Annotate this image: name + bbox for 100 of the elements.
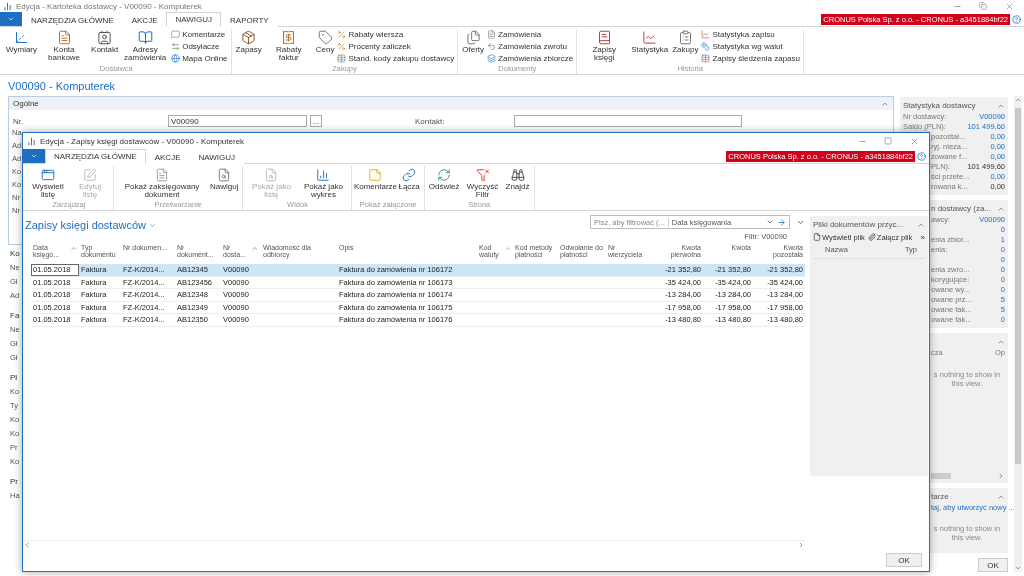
ribbon-button[interactable]: Wyczyść Filtr bbox=[462, 166, 503, 199]
ribbon-button[interactable]: Rabaty wiersza bbox=[337, 29, 455, 40]
receipt-icon bbox=[281, 29, 297, 46]
ribbon-button[interactable]: Pokaż jako wykres bbox=[298, 166, 349, 199]
return-arrow-icon bbox=[487, 41, 497, 52]
sort-icon bbox=[69, 244, 77, 253]
scroll-up-icon[interactable] bbox=[1014, 96, 1022, 104]
percent-icon bbox=[337, 29, 347, 40]
arrows-icon bbox=[171, 41, 181, 52]
filter-clear-icon bbox=[475, 166, 490, 183]
factbox-title: Statystyka dostawcy bbox=[903, 101, 976, 110]
caret-icon bbox=[30, 152, 38, 160]
scroll-down-icon[interactable] bbox=[1014, 564, 1022, 572]
input-field[interactable]: V00090 bbox=[168, 115, 307, 127]
ribbon-button[interactable]: Zamówienia zbiorcze bbox=[487, 53, 574, 64]
list-title[interactable]: Zapisy księgi dostawców bbox=[25, 219, 157, 231]
book-icon bbox=[137, 29, 153, 46]
ribbon-button[interactable]: Oferty bbox=[461, 29, 486, 54]
scroll-right-icon[interactable] bbox=[997, 471, 1005, 480]
sort-icon bbox=[504, 244, 511, 253]
refresh-icon bbox=[437, 166, 452, 183]
factbox-title: Pliki dokumentów przyc... bbox=[813, 220, 904, 229]
ribbon-button[interactable]: Ceny bbox=[314, 29, 336, 54]
ok-button[interactable]: OK bbox=[978, 558, 1008, 572]
documents-icon bbox=[465, 29, 481, 46]
document-icon bbox=[487, 29, 497, 40]
ribbon-tab[interactable]: NAWIGUJ bbox=[166, 12, 222, 27]
input-field[interactable] bbox=[514, 115, 742, 127]
section-title[interactable]: Ogólne bbox=[13, 99, 39, 108]
contact-card-icon bbox=[97, 29, 113, 46]
ribbon-button[interactable]: Procenty zaliczek bbox=[337, 41, 455, 52]
ledger-icon bbox=[596, 29, 612, 46]
arrow-icon bbox=[777, 217, 786, 227]
help-icon[interactable] bbox=[917, 151, 926, 161]
ribbon-button[interactable]: Zamówienia zwrotu bbox=[487, 41, 574, 52]
ribbon-button[interactable]: Pokaż zaksięgowany dokument bbox=[117, 166, 207, 199]
ribbon-button[interactable]: Statystyka bbox=[630, 29, 670, 54]
axes-icon bbox=[14, 29, 29, 46]
lookup-button[interactable]: ... bbox=[310, 115, 322, 127]
ribbon-button[interactable]: Zapasy bbox=[234, 29, 263, 54]
binoculars-icon bbox=[510, 166, 525, 183]
ribbon-button[interactable]: Nawiguj bbox=[209, 166, 240, 191]
ribbon-button[interactable]: Komentarze bbox=[171, 29, 228, 40]
coins-icon bbox=[701, 41, 711, 52]
factbox-title: n dostawcy (za... bbox=[931, 204, 992, 213]
table-icon bbox=[337, 53, 347, 64]
caret-icon bbox=[149, 221, 157, 229]
file-icon bbox=[813, 233, 821, 241]
caret-icon bbox=[766, 218, 774, 226]
ribbon-button[interactable]: Komentarze bbox=[355, 166, 396, 191]
ribbon-button[interactable]: Odśwież bbox=[427, 166, 461, 191]
ribbon-button[interactable]: Znajdź bbox=[504, 166, 531, 191]
ribbon-button[interactable]: Łącza bbox=[397, 166, 421, 191]
page-title: V00090 - Komputerek bbox=[8, 79, 115, 92]
ribbon-button[interactable]: Rabaty faktur bbox=[264, 29, 313, 62]
ribbon-button[interactable]: Adresy zamówienia bbox=[121, 29, 170, 62]
app-icon bbox=[3, 1, 12, 11]
help-icon[interactable] bbox=[1012, 14, 1021, 24]
ribbon-button[interactable]: Zapisy śledzenia zapasu bbox=[701, 53, 800, 64]
sort-icon bbox=[251, 244, 259, 253]
chart-icon bbox=[701, 29, 711, 40]
paperclip-icon bbox=[867, 233, 876, 241]
ribbon-tab[interactable]: NARZĘDZIA GŁÓWNE bbox=[45, 149, 146, 164]
section-title[interactable]: Fa bbox=[10, 311, 20, 325]
ribbon-button[interactable]: Zamówienia bbox=[487, 29, 574, 40]
caret-icon bbox=[7, 15, 15, 23]
window-title: Edycja - Kartoteka dostawcy - V00090 - Komputerek bbox=[16, 1, 203, 11]
globe-icon bbox=[171, 53, 181, 64]
ribbon-button[interactable]: Mapa Online bbox=[171, 53, 228, 64]
edit-icon bbox=[83, 166, 97, 183]
comment-icon bbox=[171, 29, 181, 40]
ribbon-button[interactable]: Wymiary bbox=[5, 29, 39, 54]
ribbon-button[interactable]: Statystyka zapisu bbox=[701, 29, 800, 40]
section-title[interactable]: Ko bbox=[10, 249, 20, 263]
field-label: Kontakt: bbox=[415, 116, 446, 126]
section-title[interactable]: Pł bbox=[10, 373, 18, 387]
stack-icon bbox=[487, 53, 497, 64]
ribbon-button[interactable]: Odsyłacze bbox=[171, 41, 228, 52]
scroll-left-icon[interactable] bbox=[23, 541, 31, 549]
ribbon-button[interactable]: Konta bankowe bbox=[40, 29, 89, 62]
field-label: Nr. bbox=[13, 116, 25, 126]
ok-button[interactable]: OK bbox=[886, 553, 922, 567]
bar-chart-icon bbox=[316, 166, 331, 183]
document-icon bbox=[155, 166, 169, 183]
ribbon-button[interactable]: Zapisy księgi bbox=[580, 29, 629, 62]
ribbon-button[interactable]: Statystyka wg walut bbox=[701, 41, 800, 52]
ribbon-button[interactable]: Kontakt bbox=[90, 29, 120, 54]
factbox-title: tarze bbox=[931, 492, 949, 501]
note-icon bbox=[368, 166, 383, 183]
percent-icon bbox=[337, 41, 347, 52]
more-button[interactable]: » bbox=[920, 232, 925, 242]
section-title[interactable]: Pr bbox=[10, 477, 18, 491]
chart-icon bbox=[642, 29, 658, 46]
vertical-scrollbar[interactable] bbox=[1014, 96, 1022, 572]
ribbon-button[interactable]: Stand. kody zakupu dostawcy bbox=[337, 53, 455, 64]
table-icon bbox=[701, 53, 711, 64]
link-icon bbox=[402, 166, 417, 183]
ribbon-button[interactable]: Zakupy bbox=[671, 29, 700, 54]
scroll-right-icon[interactable] bbox=[797, 541, 805, 549]
ribbon-button[interactable]: Wyświetl listę bbox=[28, 166, 68, 199]
